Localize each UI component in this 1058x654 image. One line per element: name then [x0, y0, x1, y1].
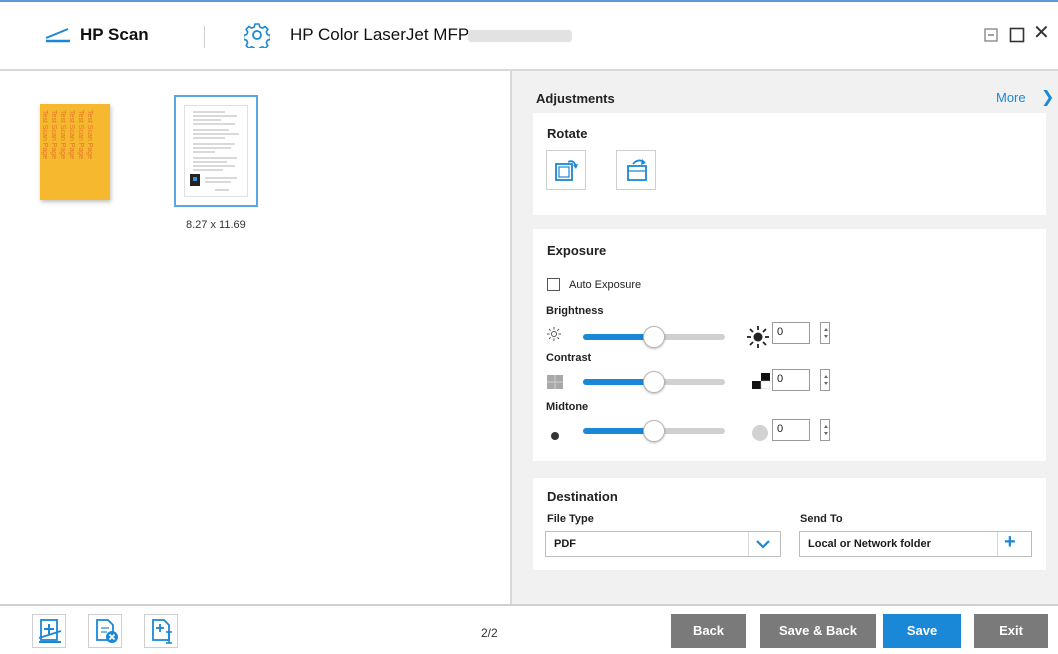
sun-large-icon [746, 326, 770, 348]
thumbnail-line: Test Scan Page [59, 110, 66, 160]
contrast-label: Contrast [546, 352, 592, 364]
page-size-label: 8.27 x 11.69 [186, 219, 246, 231]
destination-title: Destination [547, 489, 618, 504]
rotate-left-icon [624, 157, 650, 183]
thumbnail-1-text: Test Scan Page Test Scan Page Test Scan … [41, 110, 106, 194]
sun-small-icon [546, 326, 562, 342]
add-pages-button[interactable] [32, 614, 66, 648]
thumbnail-2-page [184, 105, 248, 197]
rotate-card [533, 113, 1046, 215]
midtone-dark-icon [550, 428, 560, 440]
contrast-slider[interactable] [583, 371, 725, 393]
contrast-low-icon [547, 375, 563, 389]
midtone-light-icon [750, 423, 770, 443]
auto-exposure-label: Auto Exposure [569, 279, 642, 291]
send-to-select[interactable]: Local or Network folder + [799, 531, 1032, 557]
rotate-right-icon [554, 157, 580, 183]
chevron-down-icon [756, 539, 770, 549]
thumbnail-line: Test Scan Page [41, 110, 48, 160]
file-type-label: File Type [547, 513, 594, 525]
file-type-select[interactable]: PDF [545, 531, 781, 557]
slider-thumb[interactable] [643, 371, 665, 393]
send-to-value: Local or Network folder [808, 538, 931, 550]
delete-page-button[interactable] [88, 614, 122, 648]
thumbnail-line: Test Scan Page [86, 110, 93, 160]
slider-thumb[interactable] [643, 420, 665, 442]
midtone-label: Midtone [546, 401, 589, 413]
contrast-high-icon [752, 373, 771, 390]
brightness-value[interactable]: 0 [772, 322, 810, 344]
send-to-label: Send To [800, 513, 843, 525]
app-name: HP Scan [80, 25, 149, 44]
contrast-value[interactable]: 0 [772, 369, 810, 391]
exit-button[interactable]: Exit [974, 614, 1048, 648]
insert-page-icon [149, 618, 175, 644]
add-pages-icon [37, 618, 63, 644]
exposure-title: Exposure [547, 243, 607, 258]
minimize-icon[interactable] [984, 28, 998, 42]
brightness-spinner[interactable] [820, 322, 830, 344]
save-button[interactable]: Save [883, 614, 961, 648]
maximize-icon[interactable] [1009, 27, 1025, 43]
title-divider [204, 26, 205, 48]
adjustments-title: Adjustments [536, 91, 615, 106]
rotate-left-button[interactable] [616, 150, 656, 190]
auto-exposure-checkbox[interactable] [547, 278, 560, 291]
select-divider [748, 532, 749, 556]
device-name[interactable]: HP Color LaserJet MFP [290, 25, 469, 45]
page-thumbnail-1[interactable]: Test Scan Page Test Scan Page Test Scan … [40, 104, 110, 200]
select-divider [997, 532, 998, 556]
slider-thumb[interactable] [643, 326, 665, 348]
thumbnail-line: Test Scan Page [50, 110, 57, 160]
thumbnail-1-lines: Test Scan Page Test Scan Page Test Scan … [40, 110, 94, 194]
more-link[interactable]: More [996, 90, 1026, 105]
brightness-slider[interactable] [583, 326, 725, 348]
device-model-redacted [468, 30, 572, 42]
insert-page-button[interactable] [144, 614, 178, 648]
title-bar: HP Scan HP Color LaserJet MFP ✕ [0, 0, 1058, 70]
midtone-spinner[interactable] [820, 419, 830, 441]
contrast-spinner[interactable] [820, 369, 830, 391]
brightness-label: Brightness [546, 305, 604, 317]
rotate-right-button[interactable] [546, 150, 586, 190]
back-button[interactable]: Back [671, 614, 746, 648]
gear-icon[interactable] [242, 22, 272, 52]
midtone-slider[interactable] [583, 420, 725, 442]
midtone-value[interactable]: 0 [772, 419, 810, 441]
close-icon[interactable]: ✕ [1033, 23, 1050, 43]
file-type-value: PDF [554, 538, 576, 550]
delete-page-icon [93, 618, 119, 644]
page-thumbnail-2[interactable] [174, 95, 258, 207]
scanner-icon [44, 25, 72, 45]
save-and-back-button[interactable]: Save & Back [760, 614, 876, 648]
thumbnail-line: Test Scan Page [77, 110, 84, 160]
thumbnail-2-content [190, 111, 239, 191]
page-counter: 2/2 [481, 626, 498, 640]
rotate-title: Rotate [547, 126, 588, 141]
thumbnail-line: Test Scan Page [68, 110, 75, 160]
chevron-right-icon[interactable]: ❯ [1041, 87, 1054, 107]
add-destination-icon[interactable]: + [1004, 530, 1016, 554]
